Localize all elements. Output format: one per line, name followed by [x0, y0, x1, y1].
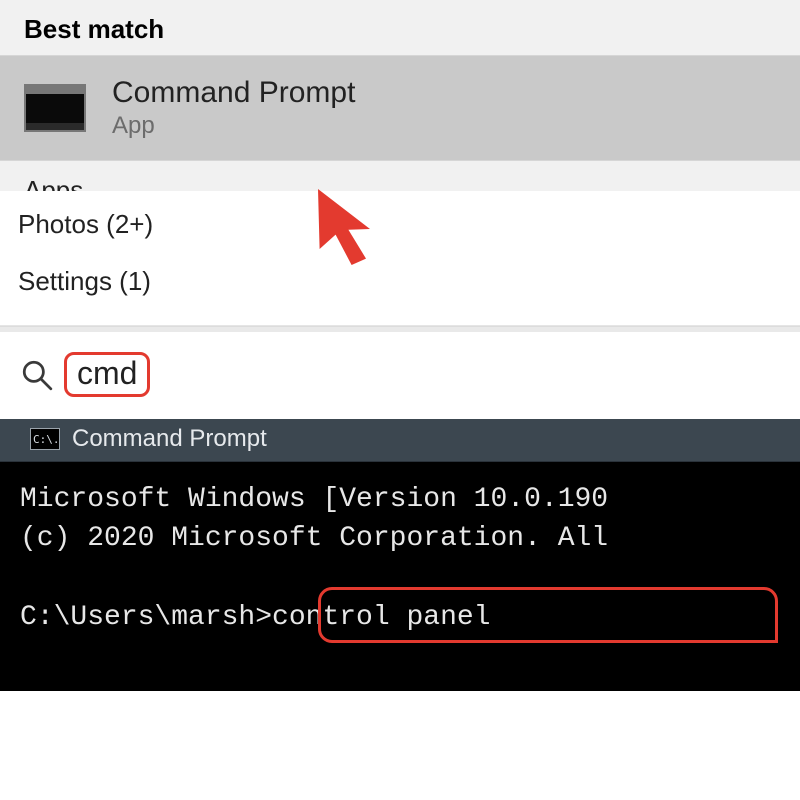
cmd-terminal-output[interactable]: Microsoft Windows [Version 10.0.190 (c) …: [0, 462, 800, 637]
result-subtitle: App: [112, 112, 355, 140]
search-bar[interactable]: cmd: [0, 332, 800, 419]
search-icon: [20, 358, 54, 392]
search-input[interactable]: cmd: [64, 352, 150, 397]
apps-heading-truncated: Apps: [0, 161, 800, 191]
search-result-command-prompt[interactable]: Command Prompt App: [0, 55, 800, 161]
best-match-heading: Best match: [0, 0, 800, 55]
command-prompt-app-icon: [24, 84, 86, 132]
cmd-titlebar[interactable]: C:\. Command Prompt: [0, 419, 800, 462]
result-titles: Command Prompt App: [112, 76, 355, 140]
cmd-window-title: Command Prompt: [72, 425, 267, 453]
cmd-line-2: (c) 2020 Microsoft Corporation. All: [20, 523, 608, 554]
result-title: Command Prompt: [112, 76, 355, 110]
cmd-line-1: Microsoft Windows [Version 10.0.190: [20, 484, 608, 515]
search-categories: Photos (2+) Settings (1): [0, 191, 800, 326]
cmd-prompt-path: C:\Users\marsh>: [20, 602, 272, 633]
category-settings[interactable]: Settings (1): [18, 266, 782, 297]
category-photos[interactable]: Photos (2+): [18, 209, 782, 240]
start-search-panel: Best match Command Prompt App Apps: [0, 0, 800, 191]
cmd-typed-command: control panel: [272, 602, 490, 633]
command-prompt-titlebar-icon: C:\.: [30, 428, 60, 450]
command-prompt-window: C:\. Command Prompt Microsoft Windows [V…: [0, 419, 800, 691]
